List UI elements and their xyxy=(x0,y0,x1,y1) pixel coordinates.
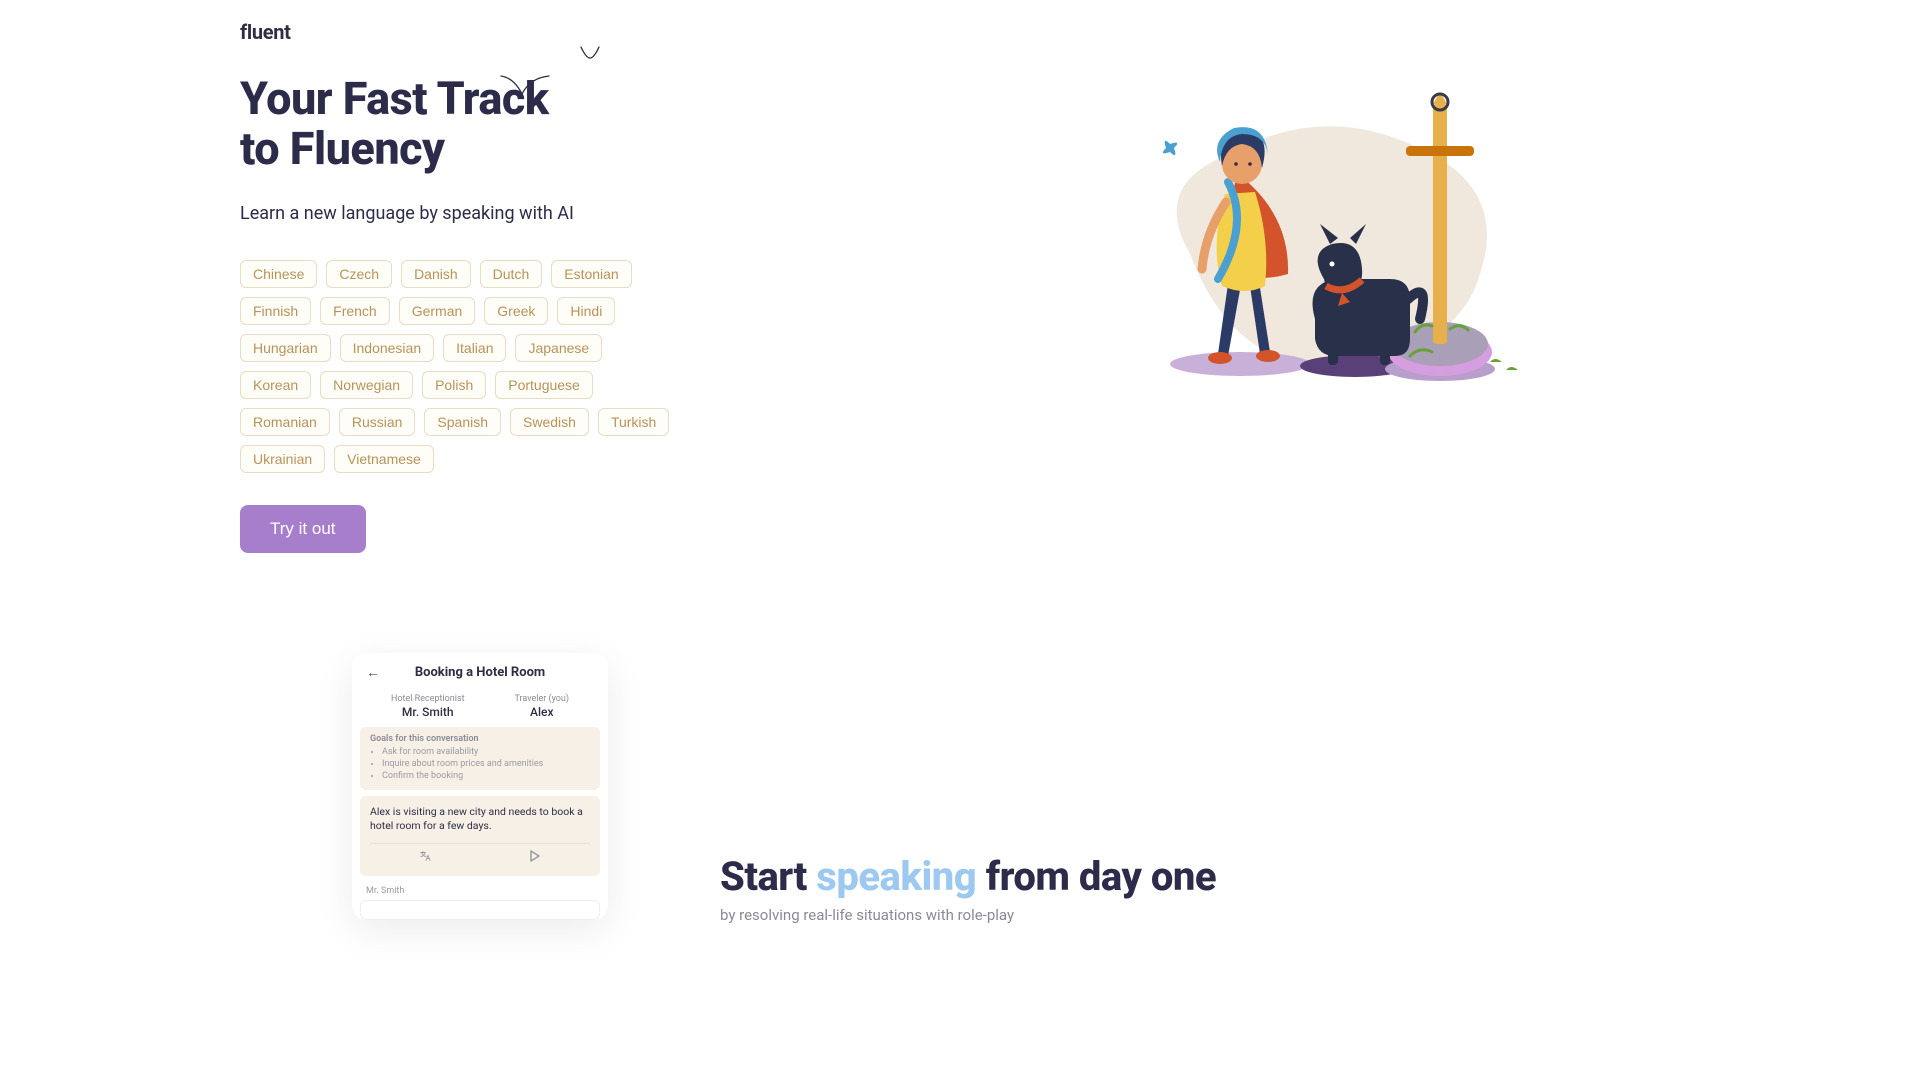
language-pill-norwegian[interactable]: Norwegian xyxy=(320,371,413,399)
goal-item: Confirm the booking xyxy=(382,771,590,781)
language-pill-romanian[interactable]: Romanian xyxy=(240,408,330,436)
decorative-curve-icon xyxy=(580,46,600,60)
language-pill-finnish[interactable]: Finnish xyxy=(240,297,311,325)
role-traveler: Traveler (you) Alex xyxy=(514,694,569,719)
language-pill-danish[interactable]: Danish xyxy=(401,260,471,288)
language-pill-korean[interactable]: Korean xyxy=(240,371,311,399)
language-pill-polish[interactable]: Polish xyxy=(422,371,486,399)
goal-item: Inquire about room prices and amenities xyxy=(382,759,590,769)
hero-title: Your Fast Track to Fluency xyxy=(240,74,960,173)
scenario-text: Alex is visiting a new city and needs to… xyxy=(370,805,583,832)
role-name: Alex xyxy=(514,705,569,719)
section-title-pre: Start xyxy=(720,853,816,900)
section-subtitle: by resolving real-life situations with r… xyxy=(720,906,1360,924)
language-pill-italian[interactable]: Italian xyxy=(443,334,506,362)
language-pill-french[interactable]: French xyxy=(320,297,390,325)
language-pill-portuguese[interactable]: Portuguese xyxy=(495,371,593,399)
language-pill-ukrainian[interactable]: Ukrainian xyxy=(240,445,325,473)
language-pill-japanese[interactable]: Japanese xyxy=(515,334,602,362)
role-name: Mr. Smith xyxy=(391,705,465,719)
role-receptionist: Hotel Receptionist Mr. Smith xyxy=(391,694,465,719)
section-title: Start speaking from day one xyxy=(720,853,1360,900)
language-grid: Chinese Czech Danish Dutch Estonian Finnish Fr… xyxy=(240,260,670,473)
language-pill-german[interactable]: German xyxy=(399,297,476,325)
translate-icon[interactable] xyxy=(370,850,480,867)
preview-title: Booking a Hotel Room xyxy=(366,665,594,680)
language-pill-greek[interactable]: Greek xyxy=(484,297,548,325)
language-pill-dutch[interactable]: Dutch xyxy=(480,260,543,288)
language-pill-vietnamese[interactable]: Vietnamese xyxy=(334,445,434,473)
goals-title: Goals for this conversation xyxy=(370,734,590,744)
decorative-curve-icon xyxy=(500,74,550,98)
hero-illustration xyxy=(1110,74,1530,404)
app-preview-card: ← Booking a Hotel Room Hotel Receptionis… xyxy=(352,653,608,920)
brand-logo[interactable]: fluent xyxy=(240,20,1680,44)
language-pill-russian[interactable]: Russian xyxy=(339,408,416,436)
message-from-label: Mr. Smith xyxy=(366,886,594,896)
hero-subtitle: Learn a new language by speaking with AI xyxy=(240,203,960,224)
back-arrow-icon[interactable]: ← xyxy=(366,664,380,681)
role-label: Traveler (you) xyxy=(514,694,569,704)
language-pill-chinese[interactable]: Chinese xyxy=(240,260,317,288)
language-pill-turkish[interactable]: Turkish xyxy=(598,408,669,436)
try-it-out-button[interactable]: Try it out xyxy=(240,505,366,553)
language-pill-czech[interactable]: Czech xyxy=(326,260,392,288)
language-pill-swedish[interactable]: Swedish xyxy=(510,408,589,436)
language-pill-hindi[interactable]: Hindi xyxy=(557,297,615,325)
message-bubble xyxy=(360,900,600,920)
play-icon[interactable] xyxy=(480,850,590,867)
role-label: Hotel Receptionist xyxy=(391,694,465,704)
goal-item: Ask for room availability xyxy=(382,747,590,757)
goals-block: Goals for this conversation Ask for room… xyxy=(360,727,600,790)
hero-section: Your Fast Track to Fluency Learn a new l… xyxy=(240,74,1680,553)
language-pill-hungarian[interactable]: Hungarian xyxy=(240,334,331,362)
section-title-post: from day one xyxy=(976,853,1216,900)
language-pill-indonesian[interactable]: Indonesian xyxy=(340,334,435,362)
speaking-section: ← Booking a Hotel Room Hotel Receptionis… xyxy=(240,653,1680,924)
hero-title-line2: to Fluency xyxy=(240,122,445,175)
language-pill-estonian[interactable]: Estonian xyxy=(551,260,631,288)
scenario-block: Alex is visiting a new city and needs to… xyxy=(360,796,600,876)
language-pill-spanish[interactable]: Spanish xyxy=(424,408,501,436)
section-title-accent: speaking xyxy=(816,853,976,900)
